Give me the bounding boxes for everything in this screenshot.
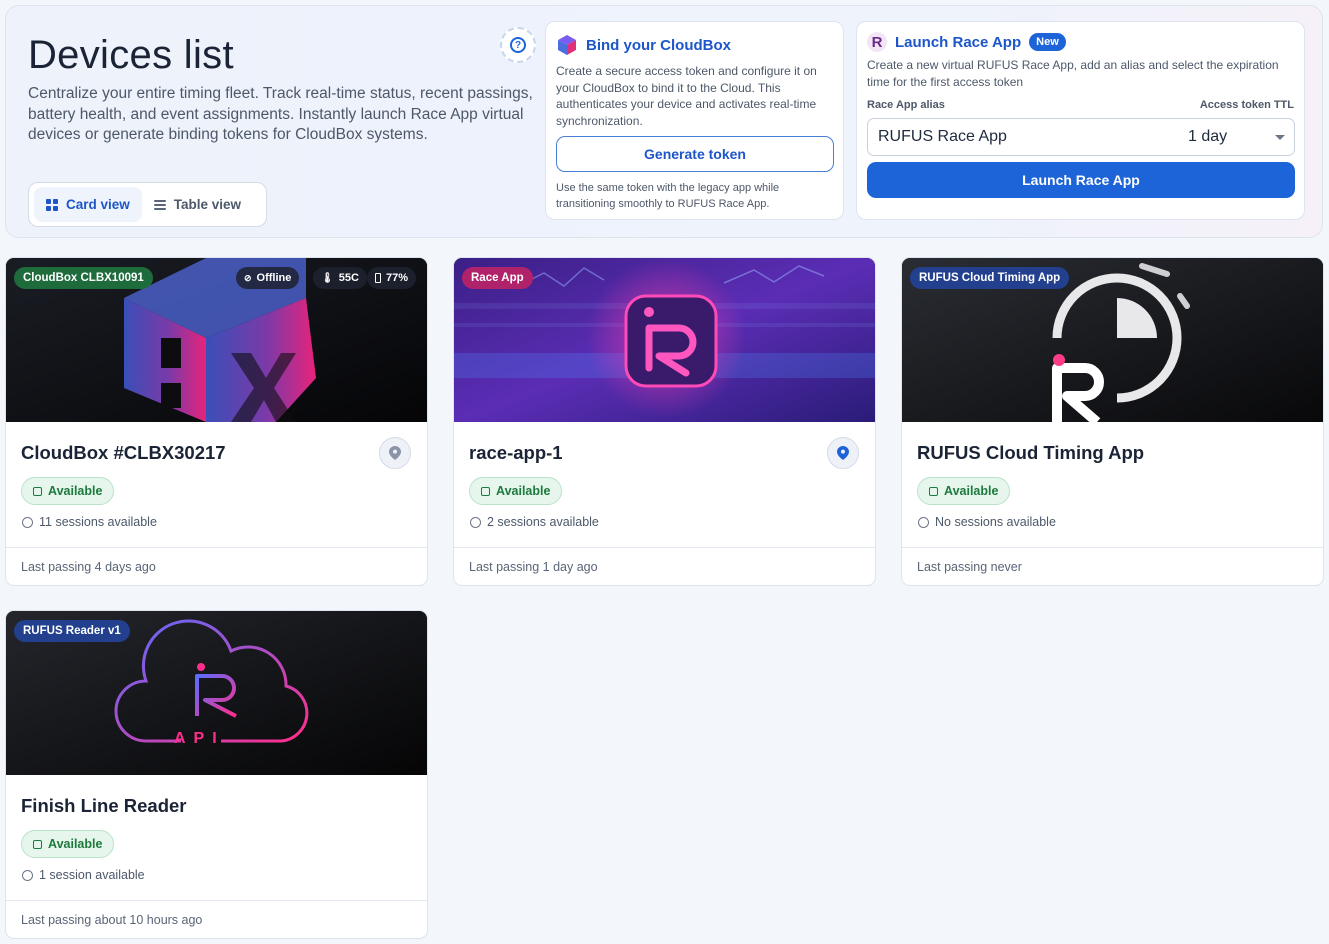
launch-race-app-button[interactable]: Launch Race App [867, 162, 1295, 198]
sessions-label: 2 sessions available [487, 515, 599, 529]
launch-race-app-panel: R Launch Race App New Create a new virtu… [856, 21, 1305, 220]
sessions-label: No sessions available [935, 515, 1056, 529]
cloudbox-image: CloudBox CLBX10091 ⊘ Offline 🌡 55C 77% [6, 258, 427, 422]
last-passing: Last passing never [902, 547, 1323, 585]
table-view-label: Table view [173, 197, 242, 212]
bind-panel-title: Bind your CloudBox [586, 36, 731, 54]
device-type-badge: CloudBox CLBX10091 [14, 267, 153, 289]
launch-panel-title: Launch Race App [895, 33, 1022, 51]
calendar-icon [33, 839, 42, 849]
thermometer-icon: 🌡 [321, 272, 334, 284]
device-card[interactable]: RUFUS Cloud Timing App RUFUS Cloud Timin… [901, 257, 1324, 586]
temperature-badge: 🌡 55C [313, 267, 367, 289]
calendar-icon [33, 486, 42, 496]
calendar-icon [481, 486, 490, 496]
device-card[interactable]: Race App race-app-1 Available 2 sessions… [453, 257, 876, 586]
status-label: Available [48, 837, 103, 851]
sessions-label: 1 session available [39, 868, 145, 882]
calendar-icon [929, 486, 938, 496]
battery-icon [375, 273, 381, 283]
history-icon [918, 516, 929, 528]
device-name: RUFUS Cloud Timing App [917, 442, 1145, 463]
race-app-image: Race App [454, 258, 875, 422]
device-type-badge: RUFUS Cloud Timing App [910, 267, 1070, 289]
last-passing: Last passing about 10 hours ago [6, 900, 427, 938]
device-name: race-app-1 [469, 442, 563, 463]
status-label: Available [944, 484, 999, 498]
status-badge: Available [21, 477, 115, 505]
page-title: Devices list [28, 33, 234, 77]
chevron-down-icon[interactable] [1275, 135, 1285, 140]
sessions-info: No sessions available [918, 515, 1056, 529]
battery-value: 77% [386, 272, 409, 284]
ttl-value[interactable]: 1 day [1188, 128, 1227, 146]
wifi-off-icon: ⊘ [244, 272, 252, 283]
list-icon [153, 199, 166, 210]
device-card[interactable]: CloudBox CLBX10091 ⊘ Offline 🌡 55C 77% C… [5, 257, 428, 586]
history-icon [22, 516, 33, 528]
cube-icon [558, 35, 576, 55]
alias-label: Race App alias [867, 99, 945, 111]
help-icon[interactable]: ? [500, 27, 536, 63]
device-type-badge: Race App [462, 267, 533, 289]
table-view-button[interactable]: Table view [142, 187, 253, 222]
device-name: Finish Line Reader [21, 795, 187, 816]
connection-badge: ⊘ Offline [236, 267, 300, 289]
generate-token-button[interactable]: Generate token [556, 136, 834, 172]
last-passing: Last passing 4 days ago [6, 547, 427, 585]
reader-api-image: API RUFUS Reader v1 [6, 611, 427, 775]
sessions-info: 11 sessions available [22, 515, 157, 529]
history-icon [22, 869, 33, 881]
bind-panel-note: Use the same token with the legacy app w… [556, 182, 780, 210]
last-passing: Last passing 1 day ago [454, 547, 875, 585]
device-name: CloudBox #CLBX30217 [21, 442, 226, 463]
image-api-text: API [174, 730, 225, 747]
alias-value[interactable]: RUFUS Race App [878, 128, 1007, 146]
status-badge: Available [469, 477, 563, 505]
page-subtitle: Centralize your entire timing fleet. Tra… [28, 85, 533, 143]
bind-panel-description: Create a secure access token and configu… [556, 64, 817, 128]
temperature-value: 55C [338, 272, 359, 284]
battery-badge: 77% [367, 267, 417, 289]
sessions-label: 11 sessions available [39, 515, 157, 529]
rufus-logo-icon: R [867, 32, 887, 52]
alias-ttl-select[interactable]: RUFUS Race App 1 day [867, 118, 1295, 156]
cloud-timing-image: RUFUS Cloud Timing App [902, 258, 1323, 422]
device-card[interactable]: API RUFUS Reader v1 Finish Line Reader A… [5, 610, 428, 939]
sessions-info: 2 sessions available [470, 515, 599, 529]
location-pin-icon[interactable] [827, 437, 859, 469]
status-label: Available [496, 484, 551, 498]
connection-status: Offline [256, 272, 292, 284]
ttl-label: Access token TTL [1199, 99, 1294, 111]
launch-panel-description: Create a new virtual RUFUS Race App, add… [867, 58, 1279, 89]
location-pin-icon[interactable] [379, 437, 411, 469]
card-view-label: Card view [66, 197, 130, 212]
device-type-badge: RUFUS Reader v1 [14, 620, 130, 642]
history-icon [470, 516, 481, 528]
sessions-info: 1 session available [22, 868, 145, 882]
view-toggle: Card view Table view [28, 182, 267, 227]
grid-icon [46, 198, 58, 211]
new-badge: New [1029, 33, 1066, 51]
status-badge: Available [21, 830, 115, 858]
bind-cloudbox-panel: Bind your CloudBox Create a secure acces… [545, 21, 844, 220]
status-badge: Available [917, 477, 1011, 505]
status-label: Available [48, 484, 103, 498]
card-view-button[interactable]: Card view [34, 187, 142, 222]
